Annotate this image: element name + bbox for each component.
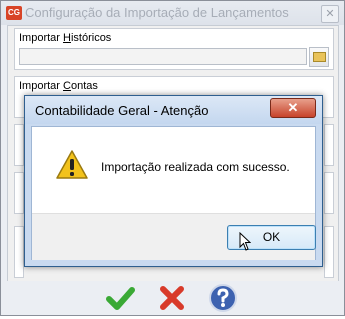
window-title: Configuração da Importação de Lançamento… xyxy=(25,5,289,20)
folder-icon xyxy=(313,52,326,62)
dialog-close-button[interactable]: ✕ xyxy=(270,98,316,118)
dialog-message: Importação realizada com sucesso. xyxy=(101,160,290,174)
section-left-edge-3 xyxy=(14,226,24,278)
bottom-toolbar xyxy=(1,281,344,315)
historicos-path-input[interactable] xyxy=(19,48,307,65)
import-historicos-label: Importar Históricos xyxy=(19,32,112,44)
import-contas-label: Importar Contas xyxy=(19,80,98,92)
section-left-edge-1 xyxy=(14,124,24,166)
warning-icon xyxy=(56,150,88,179)
dialog-body: Importação realizada com sucesso. OK xyxy=(31,126,316,260)
section-left-edge-2 xyxy=(14,172,24,214)
mouse-cursor-icon xyxy=(239,232,251,251)
section-right-edge-3 xyxy=(324,226,334,278)
historicos-browse-button[interactable] xyxy=(309,47,329,67)
cross-icon xyxy=(160,286,184,310)
section-right-edge-2 xyxy=(324,172,334,214)
import-historicos-section: Importar Históricos xyxy=(14,28,334,70)
check-icon xyxy=(106,287,135,310)
dialog-footer: OK xyxy=(32,213,316,260)
confirm-button[interactable] xyxy=(105,283,135,313)
attention-dialog: Contabilidade Geral - Atenção ✕ Importaç… xyxy=(24,95,323,267)
dialog-titlebar: Contabilidade Geral - Atenção ✕ xyxy=(25,96,322,124)
section-right-edge-1 xyxy=(324,124,334,166)
main-titlebar: CG Configuração da Importação de Lançame… xyxy=(1,1,344,25)
help-icon xyxy=(209,284,237,312)
app-icon: CG xyxy=(6,6,22,20)
cancel-button[interactable] xyxy=(157,283,187,313)
dialog-title: Contabilidade Geral - Atenção xyxy=(35,103,209,118)
help-button[interactable] xyxy=(208,283,238,313)
window-close-button[interactable]: ✕ xyxy=(321,5,339,23)
